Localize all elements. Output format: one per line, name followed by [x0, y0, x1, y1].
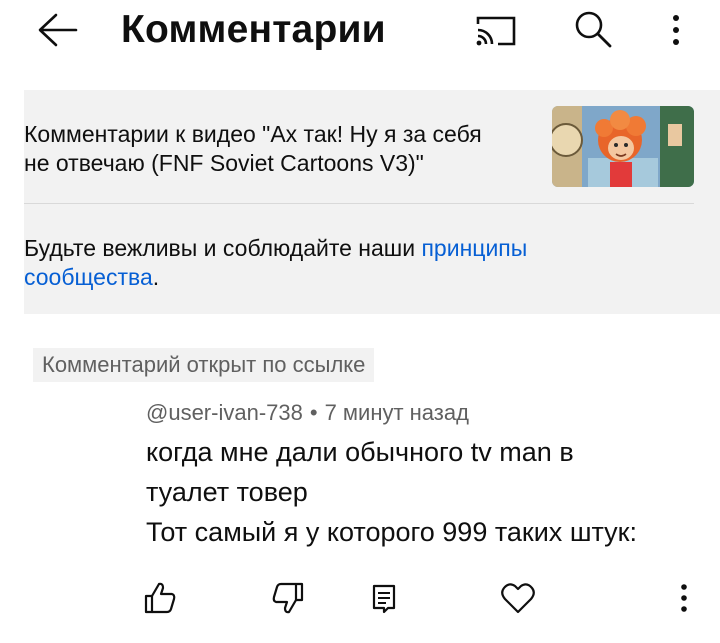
guidelines-link-1[interactable]: принципы	[421, 235, 527, 261]
comment-text: когда мне дали обычного tv man в туалет …	[146, 432, 706, 552]
video-title-line-2: не отвечаю (FNF Soviet Cartoons V3)"	[24, 150, 424, 176]
video-thumbnail[interactable]	[552, 106, 694, 187]
dislike-button[interactable]	[268, 578, 308, 618]
top-app-bar: Комментарии	[0, 0, 720, 88]
cast-icon	[476, 16, 516, 46]
more-options-button[interactable]	[656, 8, 696, 52]
divider	[24, 203, 694, 204]
video-title-text: Комментарии к видео "Ах так! Ну я за себ…	[24, 120, 524, 178]
cartoon-thumbnail-image	[552, 106, 694, 187]
page-title: Комментарии	[121, 8, 386, 51]
community-guidelines-notice: Будьте вежливы и соблюдайте наши принцип…	[24, 234, 664, 292]
thumb-up-icon	[144, 582, 176, 614]
comment-more-button[interactable]	[664, 578, 704, 618]
like-button[interactable]	[140, 578, 180, 618]
guidelines-link-2[interactable]: сообщества	[24, 264, 153, 290]
meta-separator: •	[309, 400, 318, 425]
comment-line-2: туалет товер	[146, 477, 308, 507]
search-icon	[575, 11, 612, 48]
comment-line-1: когда мне дали обычного tv man в	[146, 437, 574, 467]
more-vert-icon	[681, 584, 687, 612]
cast-button[interactable]	[472, 8, 520, 52]
comment-meta: @user-ivan-738 • 7 минут назад	[146, 398, 469, 428]
heart-button[interactable]	[498, 578, 538, 618]
linked-comment-badge: Комментарий открыт по ссылке	[33, 348, 375, 382]
comment-line-3: Тот самый я у которого 999 таких штук:	[146, 517, 637, 547]
more-vert-icon	[673, 15, 679, 45]
back-button[interactable]	[34, 8, 84, 52]
thumb-down-icon	[272, 582, 304, 614]
video-title-line-1: Комментарии к видео "Ах так! Ну я за себ…	[24, 121, 482, 147]
guidelines-period: .	[152, 264, 160, 290]
search-button[interactable]	[568, 6, 616, 52]
comments-header-panel: Комментарии к видео "Ах так! Ну я за себ…	[24, 90, 720, 314]
arrow-left-icon	[38, 13, 78, 47]
comment-time: 7 минут назад	[324, 400, 469, 425]
heart-icon	[501, 583, 535, 614]
guidelines-text: Будьте вежливы и соблюдайте наши	[24, 235, 422, 261]
reply-button[interactable]	[364, 578, 404, 618]
reply-icon	[372, 584, 396, 614]
comment-author[interactable]: @user-ivan-738	[146, 400, 303, 425]
